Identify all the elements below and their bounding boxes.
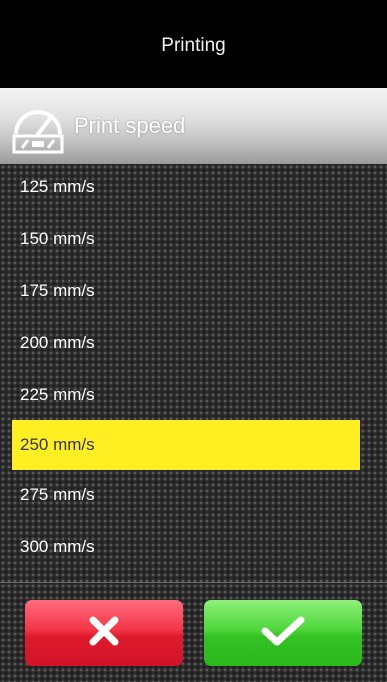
speed-option[interactable]: 150 mm/s bbox=[12, 216, 360, 262]
speed-option-label: 150 mm/s bbox=[20, 229, 95, 248]
checkmark-icon bbox=[259, 614, 307, 653]
action-bar bbox=[0, 582, 387, 682]
speed-option-label: 225 mm/s bbox=[20, 385, 95, 404]
print-speed-screen: Printing Print speed 125 mm/s 150 mm/s 1… bbox=[0, 0, 387, 682]
speed-option-label: 275 mm/s bbox=[20, 485, 95, 504]
cancel-button[interactable] bbox=[25, 600, 183, 666]
speed-option-label: 175 mm/s bbox=[20, 281, 95, 300]
speed-gauge-icon bbox=[8, 96, 68, 156]
speed-option-label: 300 mm/s bbox=[20, 537, 95, 556]
speed-option[interactable]: 275 mm/s bbox=[12, 472, 360, 518]
speed-list: 125 mm/s 150 mm/s 175 mm/s 200 mm/s 225 … bbox=[0, 164, 387, 582]
section-header: Print speed bbox=[0, 88, 387, 164]
speed-option[interactable]: 125 mm/s bbox=[12, 164, 360, 210]
close-icon bbox=[87, 614, 121, 653]
speed-option[interactable]: 225 mm/s bbox=[12, 372, 360, 418]
speed-option[interactable]: 175 mm/s bbox=[12, 268, 360, 314]
confirm-button[interactable] bbox=[204, 600, 362, 666]
speed-option-label: 125 mm/s bbox=[20, 177, 95, 196]
title-bar: Printing bbox=[0, 0, 387, 84]
speed-option[interactable]: 300 mm/s bbox=[12, 524, 360, 570]
speed-option-label: 250 mm/s bbox=[20, 435, 95, 454]
page-title: Printing bbox=[161, 35, 226, 56]
speed-option[interactable]: 200 mm/s bbox=[12, 320, 360, 366]
speed-option-selected[interactable]: 250 mm/s bbox=[12, 420, 360, 470]
section-title: Print speed bbox=[74, 113, 186, 138]
speed-option-label: 200 mm/s bbox=[20, 333, 95, 352]
